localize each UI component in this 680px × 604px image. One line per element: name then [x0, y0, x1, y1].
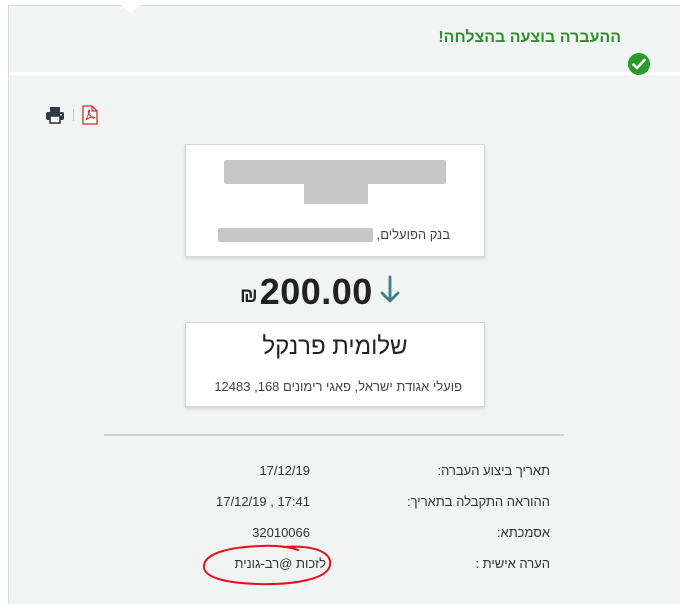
toolbar-divider	[73, 109, 74, 121]
received-date-label: ההוראה התקבלה בתאריך:	[407, 494, 550, 509]
check-circle-icon	[628, 53, 650, 75]
success-banner: ההעברה בוצעה בהצלחה!	[9, 6, 680, 75]
execution-date-value: 17/12/19	[259, 463, 310, 478]
received-date-value: 17/12/19 , 17:41	[216, 494, 310, 509]
detail-row-note: הערה אישית : לזכות @רב-גונית	[0, 556, 672, 576]
redacted-account-name	[224, 160, 446, 184]
arrow-down-icon	[379, 275, 401, 310]
detail-row-reference: אסמכתא: 32010066	[0, 525, 672, 545]
payee-card: שלומית פרנקל פועלי אגודת ישראל, פאגי רימ…	[185, 322, 485, 407]
success-message: ההעברה בוצעה בהצלחה!	[438, 29, 621, 46]
details-divider	[104, 434, 564, 436]
detail-row-received-date: ההוראה התקבלה בתאריך: 17/12/19 , 17:41	[0, 494, 672, 514]
reference-label: אסמכתא:	[496, 525, 550, 540]
sender-bank-card: בנק הפועלים,	[185, 144, 485, 257]
payee-name: שלומית פרנקל	[262, 333, 408, 360]
note-value: לזכות @רב-גונית	[234, 556, 326, 571]
detail-row-execution-date: תאריך ביצוע העברה: 17/12/19	[0, 463, 672, 483]
amount-value: 200.00	[259, 271, 373, 312]
redacted-branch-details	[218, 228, 373, 242]
redacted-account-name-tail	[304, 184, 368, 204]
bank-name: בנק הפועלים,	[376, 227, 450, 242]
payee-address: פועלי אגודת ישראל, פאגי רימונים 168, 124…	[214, 379, 462, 394]
print-icon[interactable]	[45, 106, 65, 124]
reference-value: 32010066	[252, 525, 310, 540]
pdf-icon[interactable]	[82, 105, 98, 125]
document-toolbar	[45, 105, 98, 125]
execution-date-label: תאריך ביצוע העברה:	[437, 463, 550, 478]
transfer-amount: ₪ 200.00	[240, 270, 401, 314]
currency-symbol: ₪	[240, 284, 258, 307]
note-label: הערה אישית :	[475, 556, 550, 571]
